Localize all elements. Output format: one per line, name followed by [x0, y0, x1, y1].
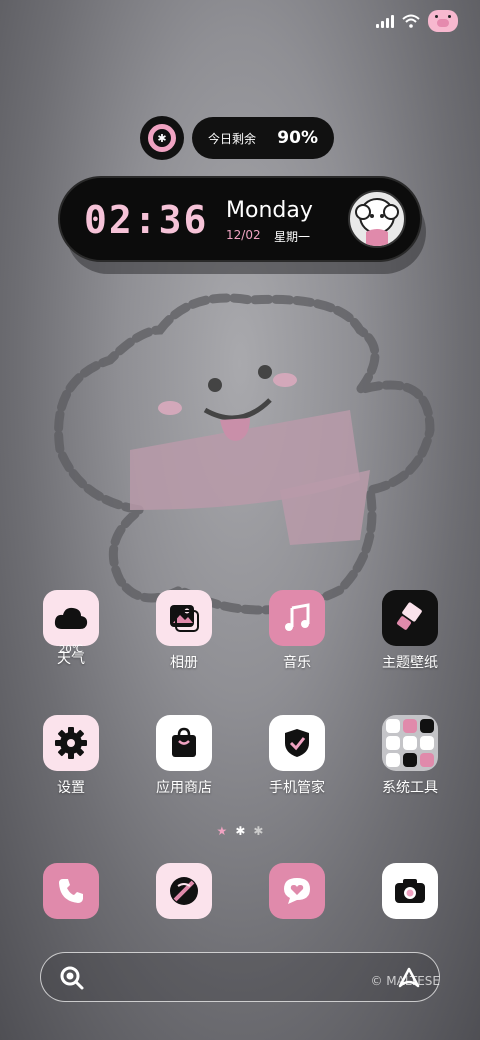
- app-weather[interactable]: 20℃ 天气: [21, 590, 121, 668]
- clock-day: Monday: [226, 198, 313, 223]
- battery-remaining-widget[interactable]: 今日剩余 90%: [192, 117, 334, 159]
- app-label: 系统工具: [382, 780, 438, 796]
- gear-icon: [43, 715, 99, 771]
- app-store[interactable]: 应用商店: [134, 715, 234, 797]
- dock-phone[interactable]: [21, 863, 121, 919]
- watermark: © MALTESE: [370, 974, 440, 988]
- dock-messages[interactable]: [247, 863, 347, 919]
- dock-camera[interactable]: [360, 863, 460, 919]
- app-settings[interactable]: 设置: [21, 715, 121, 797]
- wifi-icon: [402, 14, 420, 28]
- dock-browser[interactable]: [134, 863, 234, 919]
- camera-icon: [382, 863, 438, 919]
- paint-brush-icon: [382, 590, 438, 646]
- battery-ring-widget[interactable]: ✱: [140, 116, 184, 160]
- compass-icon: [156, 863, 212, 919]
- clock-widget[interactable]: 02:36 Monday 12/02 星期一: [58, 176, 422, 262]
- app-gallery[interactable]: 相册: [134, 590, 234, 672]
- pig-icon: [428, 10, 458, 32]
- app-label: 音乐: [283, 655, 311, 671]
- page-dot[interactable]: ✱: [253, 824, 263, 838]
- battery-label: 今日剩余: [208, 131, 257, 146]
- heart-message-icon: [269, 863, 325, 919]
- page-dot[interactable]: ✱: [235, 824, 245, 838]
- clock-date: 12/02: [226, 228, 261, 242]
- phone-icon: [43, 863, 99, 919]
- dog-avatar: [348, 190, 406, 248]
- signal-icon: [376, 14, 394, 28]
- page-dot-active[interactable]: ★: [217, 824, 228, 838]
- cloud-icon: [43, 590, 99, 646]
- app-themes[interactable]: 主题壁纸: [360, 590, 460, 672]
- photos-icon: [156, 590, 212, 646]
- app-label: 主题壁纸: [382, 655, 438, 671]
- snowflake-icon: ✱: [157, 131, 167, 145]
- app-security[interactable]: 手机管家: [247, 715, 347, 797]
- shopping-bag-icon: [156, 715, 212, 771]
- status-bar: [376, 10, 458, 32]
- music-note-icon: [269, 590, 325, 646]
- app-label: 相册: [170, 655, 198, 671]
- battery-value: 90%: [277, 128, 318, 148]
- app-label: 手机管家: [269, 780, 325, 796]
- page-indicator: ★ ✱ ✱: [0, 824, 480, 838]
- clock-weekday: 星期一: [274, 230, 311, 244]
- folder-icon: [382, 715, 438, 771]
- clock-time: 02:36: [84, 198, 209, 242]
- app-label: 应用商店: [156, 780, 212, 796]
- app-folder-tools[interactable]: 系统工具: [360, 715, 460, 797]
- search-icon[interactable]: [59, 965, 85, 991]
- app-label: 设置: [57, 780, 85, 796]
- shield-check-icon: [269, 715, 325, 771]
- app-music[interactable]: 音乐: [247, 590, 347, 672]
- weather-temperature: 20℃: [59, 644, 83, 655]
